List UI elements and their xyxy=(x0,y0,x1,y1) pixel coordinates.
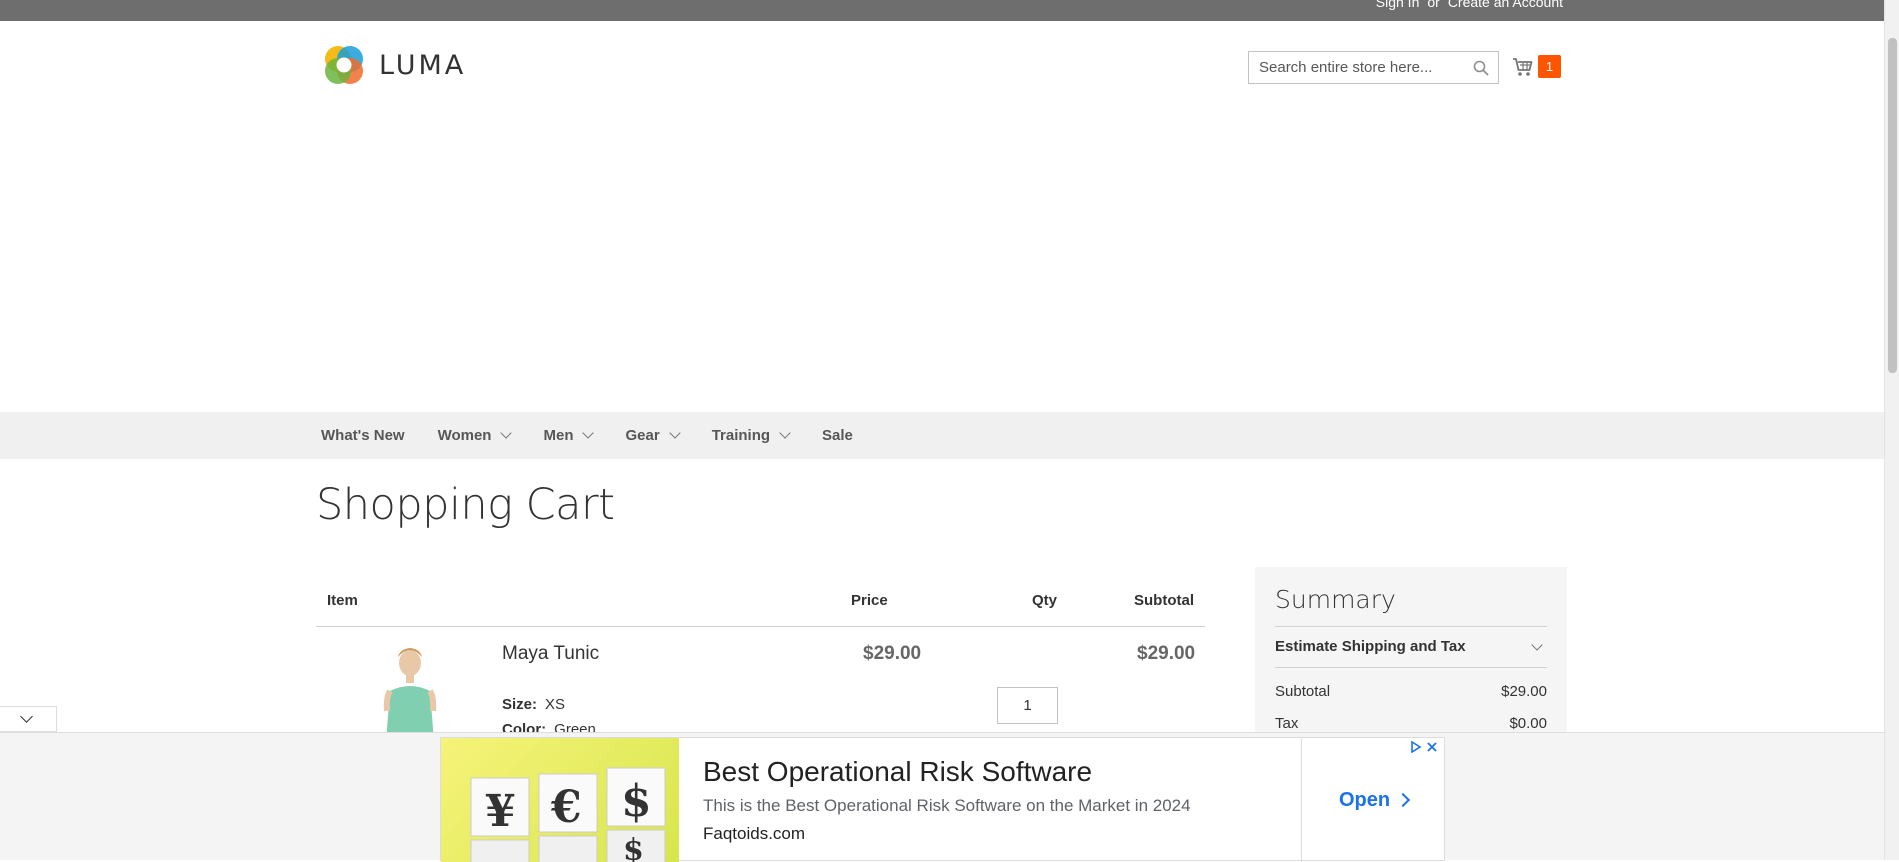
summary-line-value: $29.00 xyxy=(1501,683,1547,700)
svg-text:¥: ¥ xyxy=(485,786,516,837)
search-icon[interactable] xyxy=(1473,60,1489,76)
summary-title: Summary xyxy=(1275,585,1396,614)
cart-table-header: Item Price Qty Subtotal xyxy=(316,580,1205,627)
nav-item-training[interactable]: Training xyxy=(711,427,791,444)
or-text: or xyxy=(1427,0,1440,10)
nav-item-label: Training xyxy=(711,427,771,444)
scrollbar-thumb[interactable] xyxy=(1888,38,1897,373)
product-thumbnail[interactable] xyxy=(360,641,460,741)
chevron-right-icon xyxy=(1395,792,1411,808)
ad-collapse-toggle[interactable] xyxy=(0,706,57,732)
nav-item-label: Women xyxy=(437,427,492,444)
column-header-price: Price xyxy=(851,592,888,609)
item-option-size: Size: XS xyxy=(502,696,565,713)
main-navigation: What's New Women Men Gear Training Sale xyxy=(0,412,1884,459)
product-photo-icon xyxy=(383,648,437,741)
ad-description: This is the Best Operational Risk Softwa… xyxy=(703,796,1191,815)
nav-item-sale[interactable]: Sale xyxy=(822,427,853,444)
shopping-cart-icon[interactable] xyxy=(1512,56,1534,78)
page-scrollbar[interactable] xyxy=(1884,0,1899,860)
store-logo[interactable]: LUMA xyxy=(321,42,466,88)
column-header-subtotal: Subtotal xyxy=(1134,592,1194,609)
summary-line-label: Subtotal xyxy=(1275,683,1331,700)
search-box[interactable] xyxy=(1248,51,1499,84)
column-header-item: Item xyxy=(327,592,358,609)
search-input[interactable] xyxy=(1249,52,1459,83)
item-price: $29.00 xyxy=(863,643,922,664)
nav-item-label: Sale xyxy=(822,427,853,444)
chevron-down-icon xyxy=(669,427,681,439)
create-account-link[interactable]: Create an Account xyxy=(1448,0,1563,10)
option-label: Size: xyxy=(502,696,538,713)
nav-item-gear[interactable]: Gear xyxy=(625,427,681,444)
cart-item-row: Maya Tunic $29.00 1 $29.00 Size: XS Color… xyxy=(316,627,1205,747)
ad-choices-icon[interactable] xyxy=(1410,741,1422,753)
nav-item-men[interactable]: Men xyxy=(543,427,595,444)
summary-line-label: Tax xyxy=(1275,715,1299,732)
svg-text:€: € xyxy=(550,782,582,833)
ad-banner[interactable]: ¥ € $ $ Best Operational Risk Software T… xyxy=(440,737,1445,862)
ad-headline[interactable]: Best Operational Risk Software xyxy=(703,756,1092,788)
currency-dice-icon: ¥ € $ $ xyxy=(470,767,666,862)
nav-item-label: Gear xyxy=(625,427,660,444)
column-header-qty: Qty xyxy=(1032,592,1058,609)
logo-wordmark: LUMA xyxy=(379,49,467,81)
chevron-down-icon xyxy=(1531,639,1543,651)
chevron-down-icon xyxy=(779,427,791,439)
top-header-bar: Sign In or Create an Account xyxy=(0,0,1884,21)
item-subtotal: $29.00 xyxy=(1137,643,1196,664)
ad-banner-bar: ¥ € $ $ Best Operational Risk Software T… xyxy=(0,732,1884,862)
sign-in-link[interactable]: Sign In xyxy=(1376,0,1420,10)
product-name-link[interactable]: Maya Tunic xyxy=(502,643,599,665)
estimate-shipping-toggle[interactable]: Estimate Shipping and Tax xyxy=(1275,626,1547,668)
ad-choices[interactable] xyxy=(1410,741,1438,753)
chevron-down-icon xyxy=(500,427,513,439)
page-title: Shopping Cart xyxy=(316,480,615,530)
nav-item-label: What's New xyxy=(321,427,405,444)
cart-count-badge: 1 xyxy=(1538,55,1561,78)
summary-subtotal-row: Subtotal $29.00 xyxy=(1275,676,1547,708)
minicart[interactable]: 1 xyxy=(1512,55,1561,78)
nav-item-label: Men xyxy=(543,427,574,444)
chevron-down-icon xyxy=(582,427,595,439)
chevron-down-icon xyxy=(20,710,33,723)
header-account-links: Sign In or Create an Account xyxy=(1376,0,1563,10)
luma-logo-icon xyxy=(325,46,363,84)
nav-item-whats-new[interactable]: What's New xyxy=(321,427,405,444)
svg-text:$: $ xyxy=(621,776,652,827)
svg-text:$: $ xyxy=(623,833,644,862)
estimate-shipping-label: Estimate Shipping and Tax xyxy=(1275,638,1466,655)
ad-open-label: Open xyxy=(1338,788,1391,811)
close-icon[interactable] xyxy=(1426,741,1438,753)
cart-table: Item Price Qty Subtotal Maya Tunic $29.0… xyxy=(316,580,1205,747)
nav-item-women[interactable]: Women xyxy=(437,427,513,444)
qty-input[interactable]: 1 xyxy=(997,687,1058,724)
option-value: XS xyxy=(545,696,566,713)
ad-image[interactable]: ¥ € $ $ xyxy=(441,738,679,862)
ad-open-button[interactable]: Open xyxy=(1301,738,1445,862)
ad-domain[interactable]: Faqtoids.com xyxy=(703,824,805,844)
